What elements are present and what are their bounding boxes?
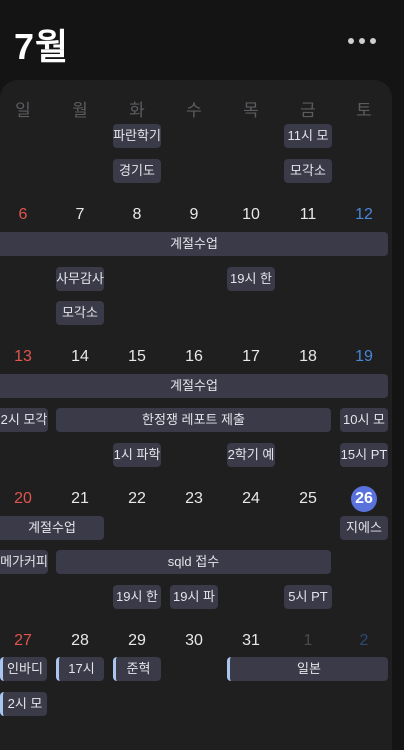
date-cell[interactable]: 12	[336, 202, 392, 228]
weekday-thu: 목	[243, 101, 259, 120]
date-cell[interactable]: 27	[0, 628, 51, 654]
date-cell[interactable]: 23	[166, 486, 222, 512]
weekday-sat: 토	[356, 101, 372, 120]
event[interactable]: 지에스	[340, 516, 388, 540]
weekday-wed: 수	[186, 101, 202, 120]
event[interactable]: 계절수업	[0, 374, 388, 398]
date-cell[interactable]: 28	[52, 628, 108, 654]
date-cell[interactable]: 15	[109, 344, 165, 370]
event[interactable]: 계절수업	[0, 516, 104, 540]
event[interactable]: 2학기 예	[227, 443, 275, 467]
date-cell[interactable]: 20	[0, 486, 51, 512]
event[interactable]: 5시 PT	[284, 585, 332, 609]
event[interactable]: 한정쟁 레포트 제출	[56, 408, 331, 432]
event[interactable]: 2시 모	[0, 692, 47, 716]
event[interactable]: 일본	[227, 657, 388, 681]
date-cell[interactable]: 19	[336, 344, 392, 370]
event[interactable]: sqld 접수	[56, 550, 331, 574]
event[interactable]: 1시 파학	[113, 443, 161, 467]
event[interactable]: 15시 PT	[340, 443, 388, 467]
event[interactable]: 경기도	[113, 159, 161, 183]
event[interactable]: 10시 모	[340, 408, 388, 432]
event[interactable]: 17시	[56, 657, 104, 681]
date-cell[interactable]: 29	[109, 628, 165, 654]
date-cell[interactable]: 24	[223, 486, 279, 512]
date-cell-today[interactable]: 26	[336, 486, 392, 512]
date-cell[interactable]: 13	[0, 344, 51, 370]
event[interactable]: 파란학기	[113, 124, 161, 148]
header: 7월	[0, 0, 404, 80]
date-cell[interactable]: 22	[109, 486, 165, 512]
weekday-sun: 일	[15, 101, 31, 120]
date-cell[interactable]: 6	[0, 202, 51, 228]
event[interactable]: 11시 모	[284, 124, 332, 148]
date-cell[interactable]: 31	[223, 628, 279, 654]
event[interactable]: 2시 모각	[0, 408, 48, 432]
event[interactable]: 계절수업	[0, 232, 388, 256]
weekday-tue: 화	[129, 101, 145, 120]
event[interactable]: 메가커피	[0, 550, 48, 574]
event[interactable]: 인바디	[0, 657, 47, 681]
date-cell[interactable]: 25	[280, 486, 336, 512]
event[interactable]: 모각소	[284, 159, 332, 183]
date-cell[interactable]: 8	[109, 202, 165, 228]
date-cell[interactable]: 21	[52, 486, 108, 512]
date-cell[interactable]: 16	[166, 344, 222, 370]
date-cell[interactable]: 11	[280, 202, 336, 228]
date-cell[interactable]: 7	[52, 202, 108, 228]
date-cell-next-month[interactable]: 2	[336, 628, 392, 654]
weekday-fri: 금	[300, 101, 316, 120]
date-cell[interactable]: 17	[223, 344, 279, 370]
date-cell[interactable]: 30	[166, 628, 222, 654]
weekday-mon: 월	[72, 101, 88, 120]
event[interactable]: 19시 파	[170, 585, 218, 609]
date-cell[interactable]: 10	[223, 202, 279, 228]
date-cell[interactable]: 14	[52, 344, 108, 370]
month-title: 7월	[14, 26, 70, 67]
event[interactable]: 19시 한	[113, 585, 161, 609]
date-cell[interactable]: 9	[166, 202, 222, 228]
event[interactable]: 준혁	[113, 657, 161, 681]
date-cell-next-month[interactable]: 1	[280, 628, 336, 654]
event[interactable]: 19시 한	[227, 267, 275, 291]
event[interactable]: 모각소	[56, 301, 104, 325]
event[interactable]: 사무감사	[56, 267, 104, 291]
date-cell[interactable]: 18	[280, 344, 336, 370]
more-options-icon[interactable]	[346, 33, 378, 49]
